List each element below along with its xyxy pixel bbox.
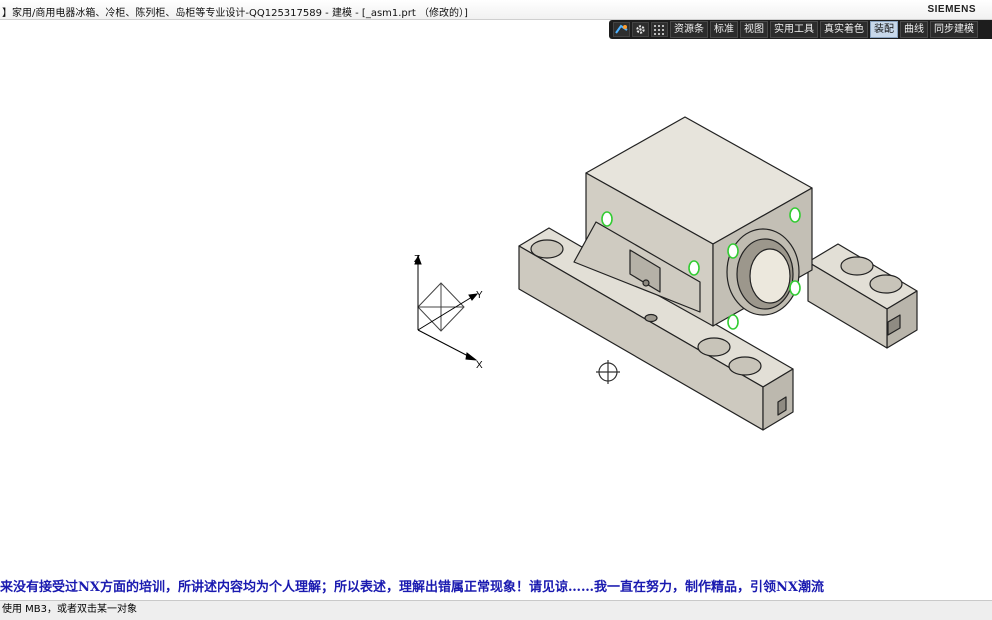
axis-y-label: Y xyxy=(476,290,483,301)
tab-true-shading[interactable]: 真实着色 xyxy=(820,21,868,38)
status-bar: 使用 MB3，或者双击某一对象 xyxy=(0,600,992,620)
title-bar: 】家用/商用电器冰箱、冷柜、陈列柜、岛柜等专业设计-QQ125317589 - … xyxy=(0,0,992,20)
status-text: 使用 MB3，或者双击某一对象 xyxy=(2,604,138,615)
bearing-block-model[interactable] xyxy=(518,116,918,431)
tab-assemblies[interactable]: 装配 xyxy=(870,21,898,38)
axis-x-label: X xyxy=(476,360,483,371)
tab-utilities[interactable]: 实用工具 xyxy=(770,21,818,38)
crosshair-cursor-icon xyxy=(596,360,620,384)
ribbon-tab-bar: 资源条 标准 视图 实用工具 真实着色 装配 曲线 同步建模 xyxy=(609,20,992,39)
scrolling-note: 来没有接受过NX方面的培训，所讲述内容均为个人理解；所以表述，理解出错属正常现象… xyxy=(0,580,824,595)
axis-z-label: Z xyxy=(414,254,420,265)
grid-icon[interactable] xyxy=(651,22,668,37)
tab-standard[interactable]: 标准 xyxy=(710,21,738,38)
tab-view[interactable]: 视图 xyxy=(740,21,768,38)
tab-resource-bar[interactable]: 资源条 xyxy=(670,21,708,38)
tab-synchronous-modeling[interactable]: 同步建模 xyxy=(930,21,978,38)
graphics-window[interactable]: Z Y X xyxy=(0,40,992,576)
nx-logo-icon[interactable] xyxy=(613,22,630,37)
wcs-triad xyxy=(414,254,479,361)
gear-icon[interactable] xyxy=(632,22,649,37)
tab-curve[interactable]: 曲线 xyxy=(900,21,928,38)
window-title: 】家用/商用电器冰箱、冷柜、陈列柜、岛柜等专业设计-QQ125317589 - … xyxy=(2,8,468,19)
brand-logo: SIEMENS xyxy=(927,4,976,15)
